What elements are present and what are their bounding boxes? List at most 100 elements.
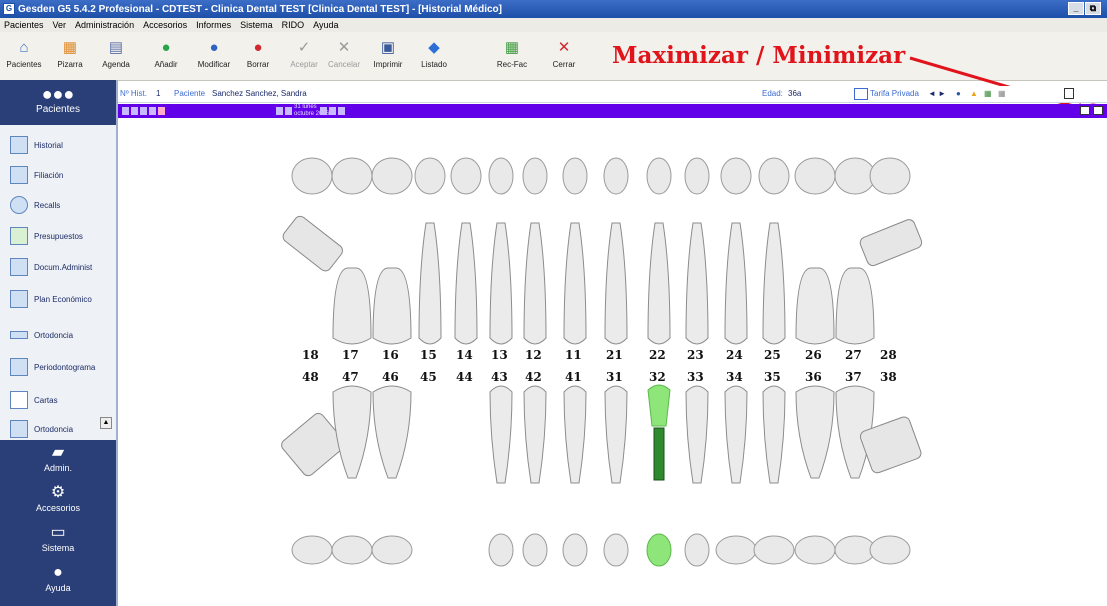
prev-next-icon[interactable]: ◄ ► xyxy=(928,89,946,98)
upper-occlusal-tooth-23[interactable] xyxy=(684,157,710,195)
upper-tooth-25[interactable] xyxy=(762,222,786,345)
sidebar-section-admin[interactable]: ▰ Admin. xyxy=(0,440,116,480)
upper-occlusal-tooth-27[interactable] xyxy=(834,157,876,195)
sidebar-section-sistema[interactable]: ▭ Sistema xyxy=(0,520,116,560)
sidebar-item-historial[interactable]: Historial xyxy=(0,130,116,160)
upper-tooth-27[interactable] xyxy=(835,267,875,345)
nav-down-button[interactable] xyxy=(140,107,147,115)
upper-occlusal-tooth-16[interactable] xyxy=(371,157,413,195)
upper-tooth-15[interactable] xyxy=(418,222,442,345)
sidebar-scroll-button[interactable]: ▲ xyxy=(100,417,112,429)
upper-occlusal-tooth-24[interactable] xyxy=(720,157,752,195)
lower-occlusal-tooth-35[interactable] xyxy=(753,535,795,565)
sidebar-item-docum-administ[interactable]: Docum.Administ xyxy=(0,252,116,282)
upper-tooth-28[interactable] xyxy=(858,218,923,268)
lower-tooth-46[interactable] xyxy=(372,385,412,479)
upper-tooth-14[interactable] xyxy=(454,222,478,345)
sidebar-item-presupuestos[interactable]: Presupuestos xyxy=(0,221,116,251)
sidebar-header-pacientes[interactable]: ●●● Pacientes xyxy=(0,80,116,125)
restore-view-button[interactable] xyxy=(1080,106,1090,115)
sidebar-section-label: Admin. xyxy=(43,463,72,473)
lower-tooth-47[interactable] xyxy=(332,385,372,479)
sidebar-item-ortodoncia[interactable]: Ortodoncia xyxy=(0,320,116,350)
upper-occlusal-tooth-21[interactable] xyxy=(603,157,629,195)
lower-occlusal-tooth-33[interactable] xyxy=(684,533,710,567)
lower-occlusal-tooth-31[interactable] xyxy=(603,533,629,567)
stop-button[interactable] xyxy=(338,107,345,115)
gears-icon: ⚙ xyxy=(50,484,66,501)
upper-tooth-17[interactable] xyxy=(332,267,372,345)
lower-occlusal-tooth-37[interactable] xyxy=(834,535,876,565)
lower-occlusal-tooth-48[interactable] xyxy=(291,535,333,565)
window-icon[interactable] xyxy=(1064,88,1074,99)
lower-occlusal-tooth-36[interactable] xyxy=(794,535,836,565)
sidebar-item-ortodoncia-2[interactable]: Ortodoncia xyxy=(0,418,116,440)
warning-icon[interactable]: ▲ xyxy=(970,89,978,98)
upper-tooth-16[interactable] xyxy=(372,267,412,345)
lower-tooth-42[interactable] xyxy=(523,385,547,484)
upper-occlusal-tooth-12[interactable] xyxy=(522,157,548,195)
nav-next-button[interactable] xyxy=(276,107,283,115)
lower-tooth-number-45: 45 xyxy=(420,370,437,384)
upper-tooth-24[interactable] xyxy=(724,222,748,345)
upper-occlusal-tooth-14[interactable] xyxy=(450,157,482,195)
lower-tooth-41[interactable] xyxy=(563,385,587,484)
lower-tooth-36[interactable] xyxy=(795,385,835,479)
upper-occlusal-tooth-25[interactable] xyxy=(758,157,790,195)
lower-occlusal-tooth-43[interactable] xyxy=(488,533,514,567)
nav-mark-button[interactable] xyxy=(158,107,165,115)
upper-tooth-21[interactable] xyxy=(604,222,628,345)
lower-occlusal-tooth-42[interactable] xyxy=(522,533,548,567)
lower-occlusal-tooth-38[interactable] xyxy=(869,535,911,565)
nav-last-button[interactable] xyxy=(285,107,292,115)
person-icon[interactable]: ● xyxy=(956,89,961,98)
sidebar-item-filiacion[interactable]: Filiación xyxy=(0,160,116,190)
upper-occlusal-tooth-15[interactable] xyxy=(414,157,446,195)
upper-tooth-18[interactable] xyxy=(281,214,345,273)
grid-icon[interactable]: ▦ xyxy=(998,89,1006,98)
upper-tooth-12[interactable] xyxy=(523,222,547,345)
upper-tooth-26[interactable] xyxy=(795,267,835,345)
pause-button[interactable] xyxy=(320,107,327,115)
lower-tooth-43[interactable] xyxy=(489,385,513,484)
orthodontics-icon xyxy=(10,331,28,339)
lower-occlusal-tooth-47[interactable] xyxy=(331,535,373,565)
nav-up-button[interactable] xyxy=(149,107,156,115)
upper-occlusal-tooth-26[interactable] xyxy=(794,157,836,195)
upper-tooth-11[interactable] xyxy=(563,222,587,345)
lower-tooth-32[interactable] xyxy=(647,384,671,481)
lower-tooth-35[interactable] xyxy=(762,385,786,484)
sidebar-item-cartas[interactable]: Cartas xyxy=(0,385,116,415)
nav-first-button[interactable] xyxy=(122,107,129,115)
lower-tooth-31[interactable] xyxy=(604,385,628,484)
maximize-view-button[interactable] xyxy=(1093,106,1103,115)
upper-occlusal-tooth-28[interactable] xyxy=(869,157,911,195)
sidebar-section-accesorios[interactable]: ⚙ Accesorios xyxy=(0,480,116,520)
lower-occlusal-tooth-32[interactable] xyxy=(646,533,672,567)
nav-prev-button[interactable] xyxy=(131,107,138,115)
upper-tooth-22[interactable] xyxy=(647,222,671,345)
upper-occlusal-tooth-18[interactable] xyxy=(291,157,333,195)
lower-tooth-number-32: 32 xyxy=(649,370,666,384)
sidebar-item-recalls[interactable]: Recalls xyxy=(0,190,116,220)
upper-occlusal-tooth-11[interactable] xyxy=(562,157,588,195)
upper-tooth-number-23: 23 xyxy=(687,348,704,362)
lower-tooth-34[interactable] xyxy=(724,385,748,484)
upper-occlusal-tooth-13[interactable] xyxy=(488,157,514,195)
lower-occlusal-tooth-41[interactable] xyxy=(562,533,588,567)
chart-icon[interactable]: ▦ xyxy=(984,89,992,98)
play-button[interactable] xyxy=(329,107,336,115)
sidebar-section-ayuda[interactable]: ● Ayuda xyxy=(0,560,116,606)
upper-tooth-13[interactable] xyxy=(489,222,513,345)
lower-occlusal-tooth-46[interactable] xyxy=(371,535,413,565)
upper-occlusal-tooth-22[interactable] xyxy=(646,157,672,195)
sidebar-item-label: Plan Económico xyxy=(34,294,92,304)
lower-tooth-number-41: 41 xyxy=(565,370,582,384)
sidebar-item-periodontograma[interactable]: Periodontograma xyxy=(0,352,116,382)
sidebar-item-label: Presupuestos xyxy=(34,231,83,241)
lower-tooth-33[interactable] xyxy=(685,385,709,484)
sidebar-item-plan-economico[interactable]: Plan Económico xyxy=(0,284,116,314)
upper-tooth-23[interactable] xyxy=(685,222,709,345)
upper-occlusal-tooth-17[interactable] xyxy=(331,157,373,195)
lower-occlusal-tooth-34[interactable] xyxy=(715,535,757,565)
